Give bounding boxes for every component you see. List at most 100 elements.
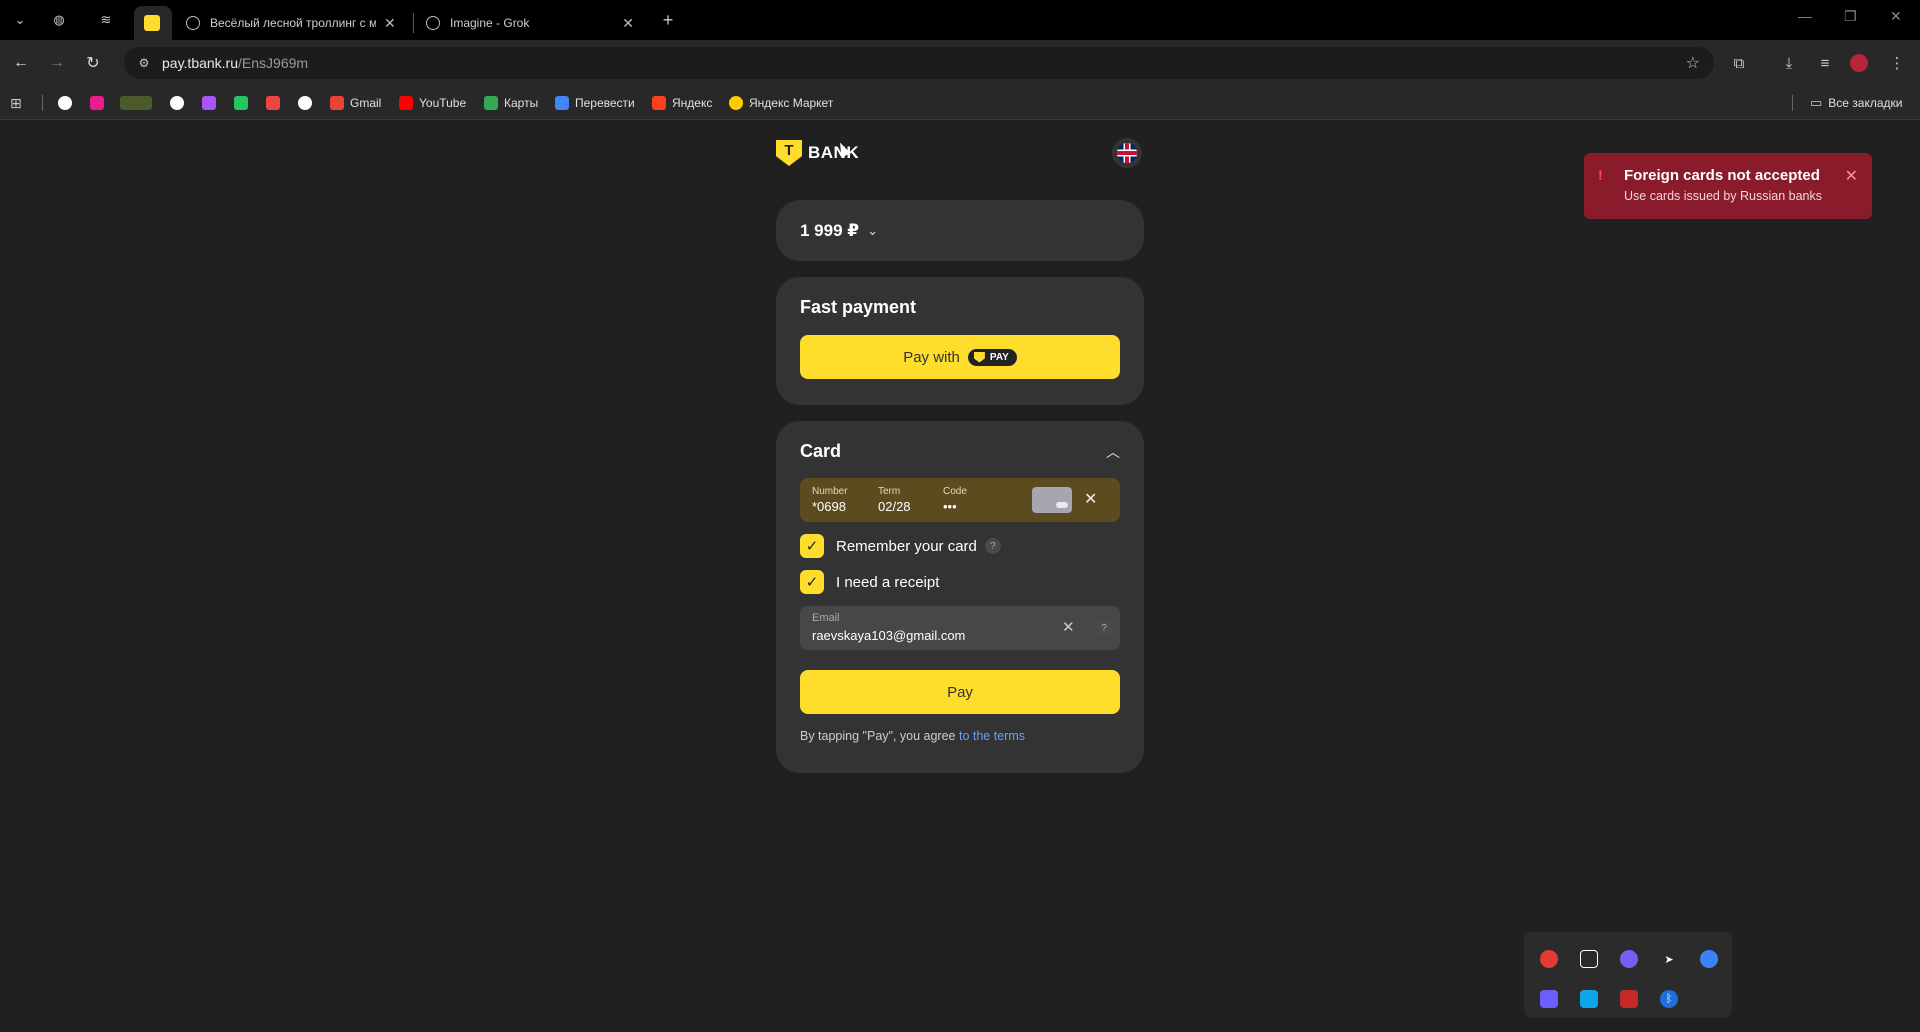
- bookmark-gmail[interactable]: Gmail: [330, 93, 381, 113]
- address-bar[interactable]: ⚙ pay.tbank.ru /EnsJ969m ☆: [124, 47, 1714, 79]
- terms-link[interactable]: to the terms: [959, 729, 1025, 743]
- url-path: /EnsJ969m: [238, 55, 309, 71]
- tab-close-icon[interactable]: ✕: [622, 15, 634, 32]
- media-icon[interactable]: ≡: [1814, 52, 1836, 74]
- bookmark-icon-6[interactable]: [234, 93, 254, 113]
- new-tab-button[interactable]: +: [655, 7, 681, 33]
- clear-email-icon[interactable]: ✕: [1062, 618, 1075, 636]
- bookmark-icon-1[interactable]: [58, 93, 78, 113]
- tbank-shield-icon: T: [776, 140, 802, 166]
- bookmark-icon-8[interactable]: [298, 93, 318, 113]
- language-button[interactable]: [1112, 138, 1142, 168]
- active-pinned-tab[interactable]: [134, 6, 172, 40]
- toast-close-icon[interactable]: ✕: [1845, 166, 1858, 186]
- card-payment-card: Card ︿ Number *0698 Term 02/28 Code ••• …: [776, 421, 1144, 773]
- remember-card-checkbox[interactable]: ✓: [800, 534, 824, 558]
- tbank-favicon-icon: [144, 15, 160, 31]
- clear-card-icon[interactable]: ✕: [1084, 489, 1097, 509]
- pay-with-tpay-button[interactable]: Pay with PAY: [800, 335, 1120, 379]
- bookmark-star-icon[interactable]: ☆: [1686, 53, 1700, 73]
- logo-text: BANK: [808, 143, 860, 162]
- chevron-up-icon[interactable]: ︿: [1106, 442, 1120, 462]
- tab-search-icon[interactable]: ⌄: [7, 7, 33, 33]
- email-help-icon[interactable]: ?: [1096, 620, 1112, 636]
- amount-card[interactable]: 1 999 ₽ ⌄: [776, 200, 1144, 261]
- menu-icon[interactable]: ⋮: [1886, 52, 1908, 74]
- remember-card-label: Remember your card: [836, 537, 977, 555]
- bookmark-icon-2[interactable]: [90, 93, 110, 113]
- email-value[interactable]: raevskaya103@gmail.com: [812, 628, 965, 643]
- fast-payment-card: Fast payment Pay with PAY: [776, 277, 1144, 405]
- pay-button-label: Pay: [947, 683, 973, 701]
- bookmark-icon-3[interactable]: [120, 93, 158, 113]
- bookmark-maps[interactable]: Карты: [484, 93, 538, 113]
- card-section-title: Card: [800, 441, 842, 461]
- telegram-tray-icon[interactable]: ➤: [1660, 950, 1678, 968]
- chrome-tray-icon[interactable]: [1540, 950, 1558, 968]
- toast-title: Foreign cards not accepted: [1624, 167, 1820, 184]
- gmail-icon: [330, 96, 344, 110]
- mcafee-tray-icon[interactable]: [1620, 990, 1638, 1008]
- tab-title: Весёлый лесной троллинг с м: [210, 16, 376, 30]
- bookmark-icon-4[interactable]: [170, 93, 190, 113]
- yandex-icon: [652, 96, 666, 110]
- forward-icon[interactable]: →: [46, 52, 68, 74]
- youtube-icon: [399, 96, 413, 110]
- card-term-field[interactable]: Term 02/28: [878, 486, 911, 514]
- remember-card-row[interactable]: ✓ Remember your card ?: [800, 534, 1120, 558]
- browser-tab-bar: ⌄ ◍ ≋ Весёлый лесной троллинг с м ✕ Imag…: [0, 0, 1920, 40]
- back-icon[interactable]: ←: [10, 52, 32, 74]
- apps-grid-icon[interactable]: ⊞: [10, 93, 22, 113]
- pinned-tab-icon[interactable]: ◍: [46, 7, 72, 33]
- tab-close-icon[interactable]: ✕: [384, 15, 396, 32]
- bookmark-icon-7[interactable]: [266, 93, 286, 113]
- card-details-input[interactable]: Number *0698 Term 02/28 Code ••• ✕: [800, 478, 1120, 522]
- viber-tray-icon[interactable]: [1620, 950, 1638, 968]
- terms-text: By tapping "Pay", you agree to the terms: [800, 729, 1025, 743]
- bookmark-translate[interactable]: Перевести: [555, 93, 635, 113]
- copilot-tray-icon[interactable]: [1700, 950, 1718, 968]
- bluetooth-tray-icon[interactable]: ᛒ: [1660, 990, 1678, 1008]
- tab-1[interactable]: Весёлый лесной троллинг с м ✕: [176, 6, 412, 40]
- receipt-row[interactable]: ✓ I need a receipt: [800, 570, 1120, 594]
- payment-amount: 1 999 ₽: [800, 220, 860, 240]
- toast-subtitle: Use cards issued by Russian banks: [1624, 189, 1823, 203]
- pinned-tab-icon-2[interactable]: ≋: [93, 7, 119, 33]
- url-host: pay.tbank.ru: [162, 55, 239, 71]
- all-bookmarks[interactable]: ▭ Все закладки: [1810, 93, 1903, 113]
- globe-icon: [186, 16, 200, 30]
- card-number-field[interactable]: Number *0698: [812, 486, 848, 514]
- tpay-badge: PAY: [967, 348, 1017, 366]
- profile-avatar[interactable]: [1848, 52, 1870, 74]
- help-icon[interactable]: ?: [984, 538, 1001, 554]
- window-tray-icon[interactable]: [1580, 950, 1598, 968]
- warning-icon: !: [1598, 167, 1603, 183]
- folder-icon: ▭: [1810, 95, 1823, 110]
- yandex-market-icon: [729, 96, 743, 110]
- window-close-icon[interactable]: ✕: [1890, 8, 1902, 25]
- globe-icon: [426, 16, 440, 30]
- bookmark-separator: [42, 95, 43, 111]
- bookmarks-bar: ⊞ Gmail YouTube Карты Перевести Яндекс Я…: [0, 86, 1920, 120]
- error-toast: ! Foreign cards not accepted Use cards i…: [1584, 153, 1872, 219]
- pay-with-label: Pay with: [903, 348, 960, 366]
- restore-icon[interactable]: ❐: [1844, 8, 1857, 25]
- pay-button[interactable]: Pay: [800, 670, 1120, 714]
- bookmark-icon-5[interactable]: [202, 93, 222, 113]
- card-code-field[interactable]: Code •••: [943, 486, 967, 514]
- extensions-icon[interactable]: ⧉: [1728, 52, 1750, 74]
- download-icon[interactable]: ⤓: [1778, 52, 1800, 74]
- teams-tray-icon[interactable]: [1540, 990, 1558, 1008]
- receipt-checkbox[interactable]: ✓: [800, 570, 824, 594]
- defender-tray-icon[interactable]: [1580, 990, 1598, 1008]
- tab-separator: [413, 13, 414, 33]
- tab-2[interactable]: Imagine - Grok ✕: [416, 6, 644, 40]
- bookmark-yandex[interactable]: Яндекс: [652, 93, 712, 113]
- email-label: Email: [812, 612, 840, 624]
- bookmark-youtube[interactable]: YouTube: [399, 93, 466, 113]
- minimize-icon[interactable]: —: [1798, 8, 1812, 24]
- email-field[interactable]: Email raevskaya103@gmail.com ✕ ?: [800, 606, 1120, 650]
- reload-icon[interactable]: ↻: [82, 52, 104, 74]
- site-info-icon[interactable]: ⚙: [136, 55, 152, 71]
- bookmark-yandex-market[interactable]: Яндекс Маркет: [729, 93, 833, 113]
